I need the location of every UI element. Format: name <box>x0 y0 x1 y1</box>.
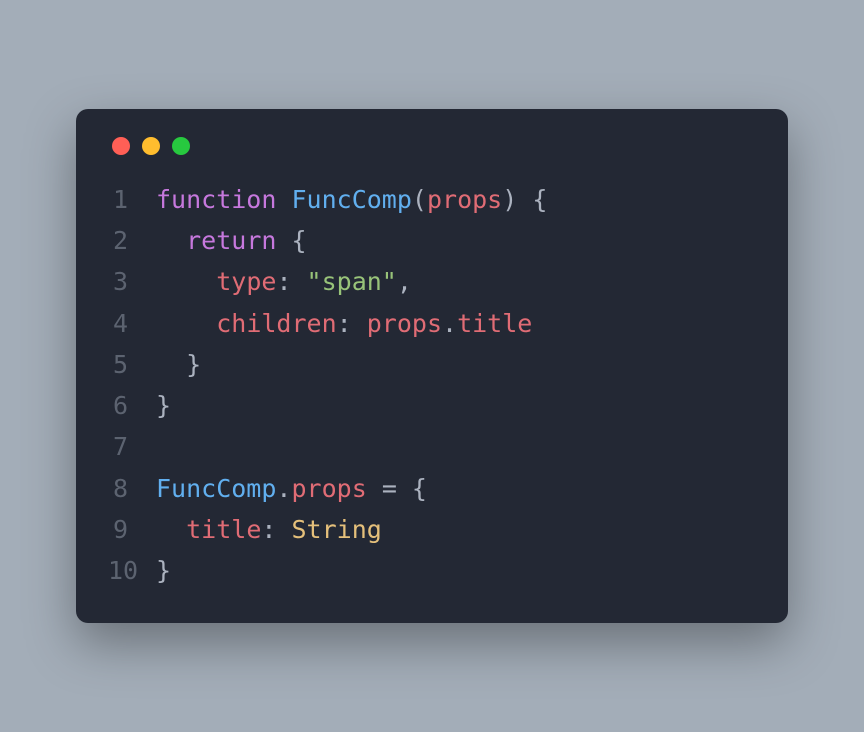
line-number: 10 <box>108 550 156 591</box>
code-line: 10} <box>108 550 756 591</box>
token: : <box>261 515 291 544</box>
code-line: 5 } <box>108 344 756 385</box>
token: props <box>367 309 442 338</box>
code-line: 7 <box>108 426 756 467</box>
code-line: 4 children: props.title <box>108 303 756 344</box>
token: function <box>156 185 276 214</box>
token <box>156 267 216 296</box>
token: = { <box>382 474 427 503</box>
token: } <box>156 556 171 585</box>
token: : <box>337 309 367 338</box>
token: props <box>291 474 366 503</box>
line-number: 4 <box>108 303 156 344</box>
token: String <box>291 515 381 544</box>
code-block: 1function FuncComp(props) {2 return {3 t… <box>108 179 756 592</box>
token: FuncComp <box>156 474 276 503</box>
token: type <box>216 267 276 296</box>
line-number: 2 <box>108 220 156 261</box>
token <box>367 474 382 503</box>
line-content: title: String <box>156 509 382 550</box>
token <box>156 350 186 379</box>
code-line: 2 return { <box>108 220 756 261</box>
token: title <box>186 515 261 544</box>
token: title <box>457 309 532 338</box>
line-content: } <box>156 385 171 426</box>
token: { <box>291 226 306 255</box>
line-number: 9 <box>108 509 156 550</box>
token: FuncComp <box>291 185 411 214</box>
close-icon[interactable] <box>112 137 130 155</box>
code-line: 8FuncComp.props = { <box>108 468 756 509</box>
minimize-icon[interactable] <box>142 137 160 155</box>
token <box>156 515 186 544</box>
token: . <box>276 474 291 503</box>
token: . <box>442 309 457 338</box>
line-content: type: "span", <box>156 261 412 302</box>
code-line: 6} <box>108 385 756 426</box>
line-number: 7 <box>108 426 156 467</box>
line-content: return { <box>156 220 307 261</box>
line-content: FuncComp.props = { <box>156 468 427 509</box>
token: , <box>397 267 412 296</box>
token: ( <box>412 185 427 214</box>
code-line: 3 type: "span", <box>108 261 756 302</box>
token <box>156 309 216 338</box>
token: "span" <box>307 267 397 296</box>
line-content: } <box>156 550 171 591</box>
token <box>276 185 291 214</box>
token: ) { <box>502 185 547 214</box>
line-number: 6 <box>108 385 156 426</box>
code-line: 1function FuncComp(props) { <box>108 179 756 220</box>
line-content: function FuncComp(props) { <box>156 179 547 220</box>
line-content: children: props.title <box>156 303 532 344</box>
token: } <box>186 350 201 379</box>
code-window: 1function FuncComp(props) {2 return {3 t… <box>76 109 788 624</box>
token: } <box>156 391 171 420</box>
token <box>156 226 186 255</box>
line-number: 3 <box>108 261 156 302</box>
line-number: 5 <box>108 344 156 385</box>
token <box>276 226 291 255</box>
line-number: 1 <box>108 179 156 220</box>
code-line: 9 title: String <box>108 509 756 550</box>
maximize-icon[interactable] <box>172 137 190 155</box>
window-titlebar <box>108 137 756 155</box>
line-content: } <box>156 344 201 385</box>
token: props <box>427 185 502 214</box>
token: children <box>216 309 336 338</box>
line-number: 8 <box>108 468 156 509</box>
token: return <box>186 226 276 255</box>
token: : <box>276 267 306 296</box>
